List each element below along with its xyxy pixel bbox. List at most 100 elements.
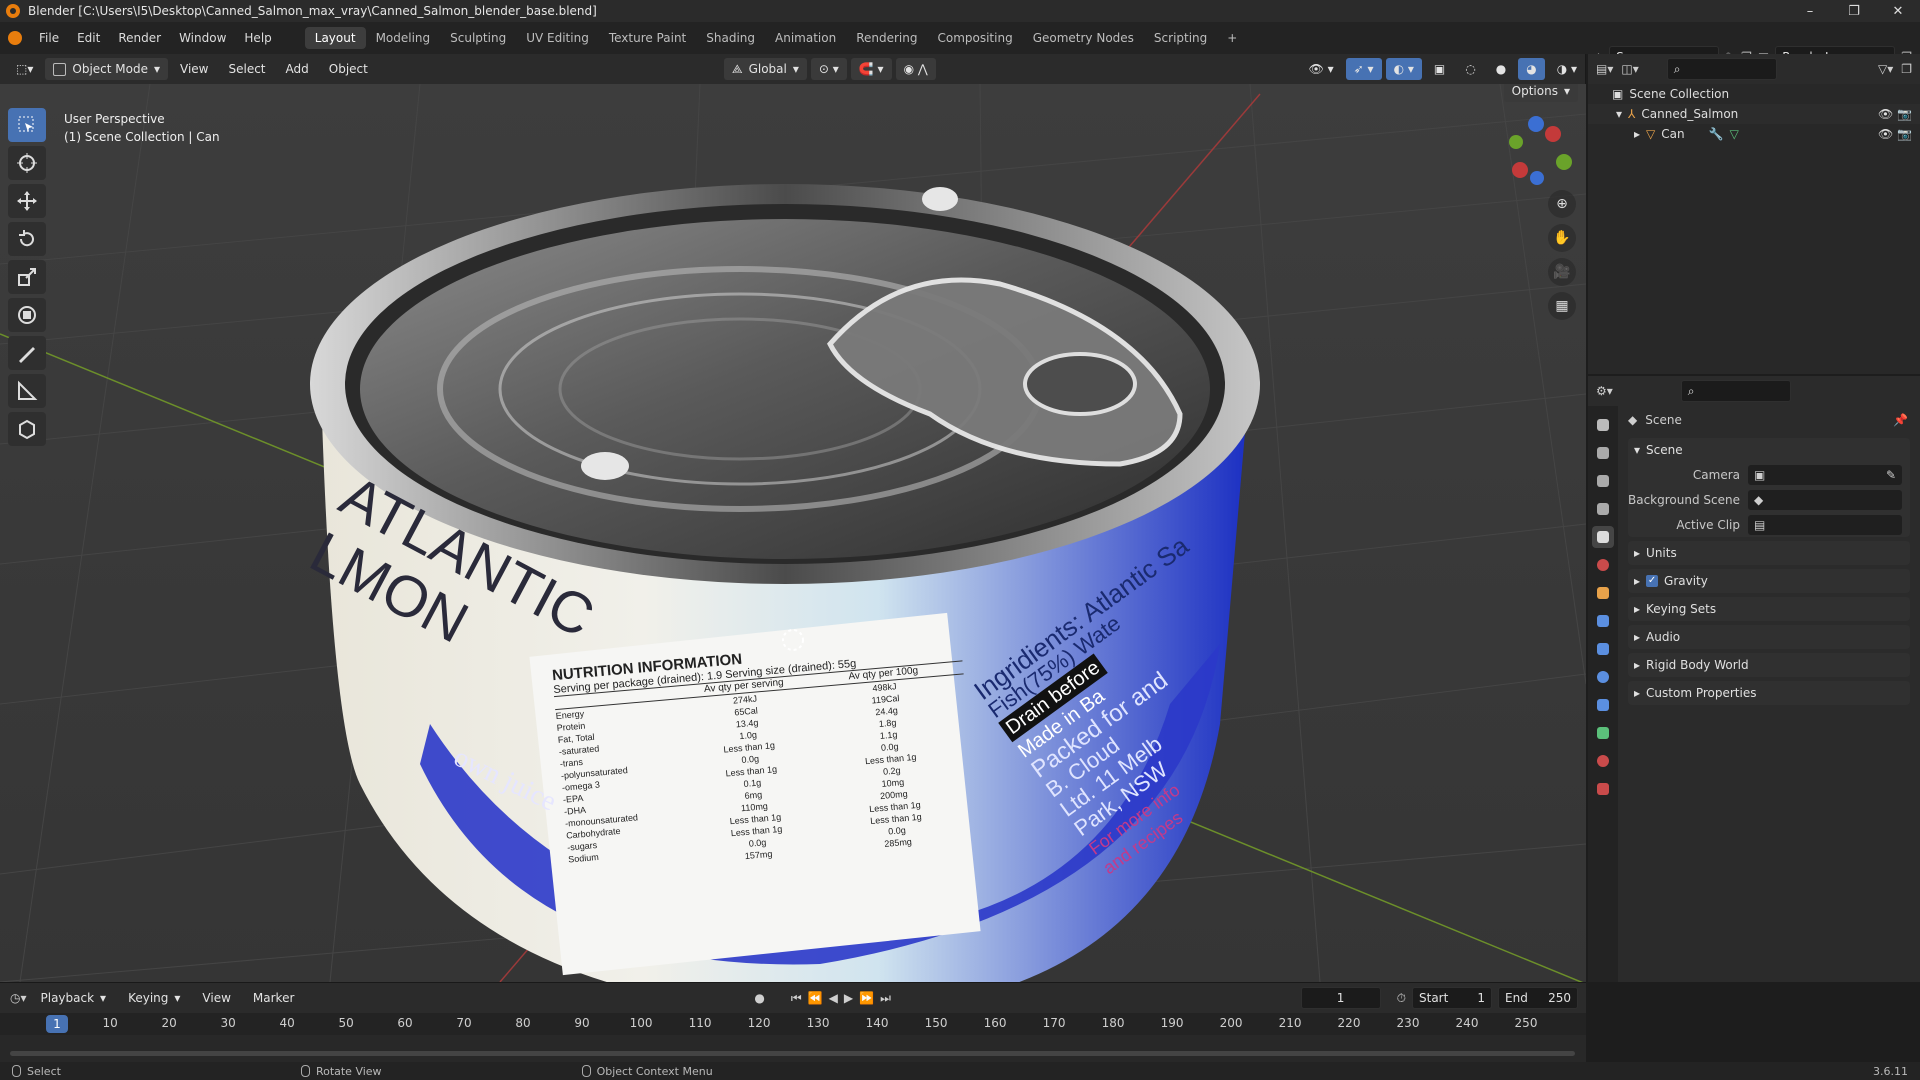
prev-keyframe-icon[interactable]: ⏪ [808,991,823,1005]
scale-tool[interactable] [8,260,46,294]
object-menu[interactable]: Object [321,58,376,80]
gravity-checkbox[interactable]: ✓ [1646,575,1659,587]
shading-wireframe-icon[interactable]: ◌ [1457,58,1483,80]
view-layer-tab-icon[interactable] [1592,498,1614,520]
rigid-body-world-panel[interactable]: ▸ Rigid Body World [1628,653,1910,677]
constraints-tab-icon[interactable] [1592,694,1614,716]
menu-render[interactable]: Render [109,27,170,49]
active-clip-field[interactable]: ▤ [1748,514,1902,535]
add-cube-tool[interactable] [8,412,46,446]
record-icon[interactable]: ● [754,991,764,1005]
data-tab-icon[interactable] [1592,722,1614,744]
marker-menu[interactable]: Marker [245,987,302,1009]
playback-menu[interactable]: Playback ▾ [33,987,115,1009]
zoom-icon[interactable]: ⊕ [1548,190,1576,218]
texture-tab-icon[interactable] [1592,778,1614,800]
timeline-editor-icon[interactable]: ◷▾ [10,991,27,1005]
object-row-can[interactable]: ▸ ▽ Can 🔧 ▽ 👁 📷 [1588,124,1920,144]
jump-start-icon[interactable]: ⏮ [791,991,802,1006]
collection-row[interactable]: ▾ ⅄ Canned_Salmon 👁 📷 [1588,104,1920,124]
select-box-tool[interactable] [8,108,46,142]
shading-rendered-icon[interactable]: ◑ ▾ [1549,58,1585,80]
workspace-tab-layout[interactable]: Layout [304,27,366,49]
shading-material-icon[interactable]: ◕ [1518,58,1545,80]
filter-icon[interactable]: ▽▾ [1878,62,1893,76]
render-tab-icon[interactable] [1592,442,1614,464]
gizmo-toggle[interactable]: ➶ ▾ [1345,58,1382,80]
audio-panel[interactable]: ▸ Audio [1628,625,1910,649]
preview-range-icon[interactable]: ⏱ [1397,991,1406,1006]
workspace-tab-modeling[interactable]: Modeling [366,27,441,49]
current-frame-field[interactable]: 1 [1300,987,1381,1009]
playhead[interactable]: 1 [46,1015,68,1033]
workspace-tab-scripting[interactable]: Scripting [1144,27,1217,49]
display-mode-icon[interactable]: ◫▾ [1621,62,1638,76]
blender-menu-icon[interactable] [8,31,22,45]
output-tab-icon[interactable] [1592,470,1614,492]
collapse-arrow-icon[interactable]: ▸ [1634,127,1640,141]
properties-search-input[interactable]: ⌕ [1680,380,1791,402]
move-tool[interactable] [8,184,46,218]
end-frame-field[interactable]: End 250 [1498,987,1578,1009]
pin-context-icon[interactable]: 📌 [1893,413,1908,427]
properties-editor-icon[interactable]: ⚙▾ [1596,384,1613,398]
workspace-tab-compositing[interactable]: Compositing [927,27,1022,49]
scene-tab-icon[interactable] [1592,526,1614,548]
keying-menu[interactable]: Keying ▾ [120,987,188,1009]
workspace-tab-geometry-nodes[interactable]: Geometry Nodes [1023,27,1144,49]
particles-tab-icon[interactable] [1592,638,1614,660]
close-button[interactable]: ✕ [1876,0,1920,22]
custom-properties-panel[interactable]: ▸ Custom Properties [1628,681,1910,705]
expand-arrow-icon[interactable]: ▾ [1616,107,1622,121]
next-keyframe-icon[interactable]: ⏩ [859,991,874,1005]
material-tab-icon[interactable] [1592,750,1614,772]
new-collection-icon[interactable]: ❐ [1901,62,1912,76]
menu-window[interactable]: Window [170,27,235,49]
background-scene-field[interactable]: ◆ [1748,489,1902,510]
camera-view-icon[interactable]: 🎥 [1548,258,1576,286]
measure-tool[interactable] [8,374,46,408]
play-icon[interactable]: ▶ [844,991,853,1005]
units-panel[interactable]: ▸ Units [1628,541,1910,565]
keying-sets-panel[interactable]: ▸ Keying Sets [1628,597,1910,621]
modifier-tab-icon[interactable] [1592,610,1614,632]
menu-edit[interactable]: Edit [68,27,109,49]
cursor-tool[interactable] [8,146,46,180]
workspace-tab-sculpting[interactable]: Sculpting [440,27,516,49]
options-dropdown[interactable]: Options ▾ [1503,84,1578,102]
menu-help[interactable]: Help [235,27,280,49]
workspace-tab-rendering[interactable]: Rendering [846,27,927,49]
view-menu[interactable]: View [172,58,216,80]
workspace-tab-shading[interactable]: Shading [696,27,765,49]
frame-ruler[interactable]: 1 10 20 30 40 50 60 70 80 90 100 110 120 130 140 150 160… [0,1013,1586,1035]
add-menu[interactable]: Add [278,58,317,80]
menu-file[interactable]: File [30,27,68,49]
outliner-search-input[interactable]: ⌕ [1666,58,1777,80]
visibility-eye-icon[interactable]: 👁 📷 [1878,107,1912,121]
object-visibility-icon[interactable]: 👁 📷 [1878,127,1912,141]
annotate-tool[interactable] [8,336,46,370]
world-tab-icon[interactable] [1592,554,1614,576]
timeline-scrollbar[interactable] [10,1051,1575,1056]
workspace-tab-texture-paint[interactable]: Texture Paint [599,27,696,49]
camera-field[interactable]: ▣ ✎ [1748,464,1902,485]
workspace-tab-uv-editing[interactable]: UV Editing [516,27,599,49]
play-reverse-icon[interactable]: ◀ [829,991,838,1005]
editor-type-icon[interactable]: ⬚▾ [8,58,41,80]
3d-viewport[interactable]: ATLANTIC LMON own juice NUTRITION INFORM… [0,84,1586,982]
ortho-grid-icon[interactable]: ▦ [1548,292,1576,320]
pan-hand-icon[interactable]: ✋ [1548,224,1576,252]
shading-solid-icon[interactable]: ● [1488,58,1514,80]
start-frame-field[interactable]: Start 1 [1412,987,1492,1009]
visibility-dropdown[interactable]: 👁 ▾ [1301,58,1342,80]
physics-tab-icon[interactable] [1592,666,1614,688]
scene-panel-header[interactable]: ▾ Scene [1628,438,1910,462]
select-menu[interactable]: Select [220,58,273,80]
outliner-editor-icon[interactable]: ▤▾ [1596,62,1613,76]
orientation-dropdown[interactable]: ⟁ Global ▾ [723,58,807,80]
workspace-tab-animation[interactable]: Animation [765,27,846,49]
pivot-dropdown[interactable]: ⊙ ▾ [810,58,847,80]
proportional-edit-toggle[interactable]: ◉ ⋀ [895,58,936,80]
jump-end-icon[interactable]: ⏭ [880,991,891,1006]
snap-toggle[interactable]: 🧲 ▾ [850,58,892,80]
